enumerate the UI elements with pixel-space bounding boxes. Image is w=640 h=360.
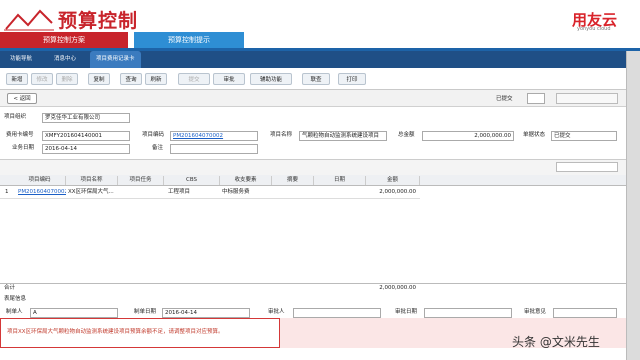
card-no-field[interactable]: XMFY201604140001 — [42, 131, 130, 141]
approve-date-label: 审批日期 — [395, 309, 418, 315]
back-button[interactable]: < 返回 — [7, 93, 37, 104]
opinion-label: 审批意见 — [524, 309, 547, 315]
col-cbs: CBS — [164, 176, 220, 185]
made-date-label: 制单日期 — [134, 309, 157, 315]
row-code[interactable]: PM2016040700021 — [18, 188, 66, 197]
creator-label: 制单人 — [6, 309, 23, 315]
row-date[interactable] — [316, 188, 366, 197]
col-summary: 摘要 — [272, 176, 314, 185]
approver-field[interactable] — [293, 308, 381, 318]
creator-field[interactable]: A — [30, 308, 118, 318]
row-cbs[interactable]: 工程项目 — [168, 188, 220, 197]
error-message: 项目XX区环保局大气颗粒物自动监测系统建设项目预算余额不足，请调整项目对应预算。 — [0, 318, 280, 348]
doc-status-label: 已提交 — [496, 96, 513, 102]
opinion-field[interactable] — [553, 308, 617, 318]
col-element: 收支要素 — [220, 176, 272, 185]
nav-item-expense-card[interactable]: 项目费用记录卡 — [90, 51, 141, 68]
date-field[interactable]: 2016-04-14 — [42, 144, 130, 154]
col-task: 项目任务 — [118, 176, 164, 185]
proj-code-field[interactable]: PM201604070002 — [170, 131, 258, 141]
refresh-button[interactable]: 刷新 — [145, 73, 167, 85]
note-field[interactable] — [170, 144, 258, 154]
note-label: 备注 — [152, 145, 164, 151]
copy-button[interactable]: 复制 — [88, 73, 110, 85]
nav-item-function[interactable]: 功能导航 — [4, 51, 38, 68]
attach-icon[interactable] — [527, 93, 545, 104]
row-divider — [0, 198, 420, 199]
watermark: 头条 @文米先生 — [512, 335, 600, 349]
print-button[interactable]: 打印 — [338, 73, 366, 85]
page-title: 预算控制 — [58, 10, 139, 32]
add-button[interactable]: 新增 — [6, 73, 28, 85]
proj-name-label: 项目名称 — [270, 132, 293, 138]
approve-button[interactable]: 审批 — [213, 73, 245, 85]
status-label: 单据状态 — [523, 132, 546, 138]
total-field[interactable]: 2,000,000.00 — [422, 131, 514, 141]
made-date-field[interactable]: 2016-04-14 — [162, 308, 250, 318]
grid-tools-buttons[interactable] — [556, 162, 618, 172]
edit-button[interactable]: 修改 — [31, 73, 53, 85]
brand-logo-sub: yonyou cloud — [577, 26, 611, 32]
org-field[interactable]: 罗克佳华工业有限公司 — [42, 113, 130, 123]
card-no-label: 费用卡编号 — [6, 132, 34, 138]
date-label: 业务日期 — [12, 145, 35, 151]
approver-label: 审批人 — [268, 309, 285, 315]
row-summary[interactable] — [274, 188, 314, 197]
row-amount[interactable]: 2,000,000.00 — [366, 188, 416, 197]
nav-item-messages[interactable]: 消息中心 — [48, 51, 82, 68]
grid-total-label: 合计 — [4, 285, 16, 291]
row-name[interactable]: XX区环保局大气... — [68, 188, 118, 197]
tab-budget-plan[interactable]: 预算控制方案 — [0, 32, 128, 48]
proj-name-field[interactable]: 气颗粒物自动监测系统建设项目 — [299, 131, 387, 141]
col-name: 项目名称 — [66, 176, 118, 185]
footer-section-title: 表尾信息 — [4, 296, 27, 302]
col-code: 项目编码 — [14, 176, 66, 185]
submit-button[interactable]: 提交 — [178, 73, 210, 85]
assist-button[interactable]: 辅助功能 — [250, 73, 292, 85]
grid-total-value: 2,000,000.00 — [379, 285, 416, 291]
link-query-button[interactable]: 联查 — [302, 73, 330, 85]
col-date: 日期 — [314, 176, 366, 185]
approve-date-field[interactable] — [424, 308, 512, 318]
row-task[interactable] — [120, 188, 164, 197]
query-button[interactable]: 查询 — [120, 73, 142, 85]
status-field[interactable]: 已提交 — [551, 131, 617, 141]
right-scrollbar[interactable] — [626, 51, 640, 360]
delete-button[interactable]: 删除 — [56, 73, 78, 85]
tab-budget-hint[interactable]: 预算控制提示 — [134, 32, 244, 48]
org-label: 项目组织 — [4, 114, 27, 120]
row-element[interactable]: 中标服务费 — [222, 188, 272, 197]
proj-code-label: 项目编码 — [142, 132, 165, 138]
row-index: 1 — [5, 189, 9, 195]
col-amount: 金额 — [366, 176, 420, 185]
total-label: 总金额 — [398, 132, 415, 138]
chart-logo-icon — [4, 9, 54, 31]
pager-buttons[interactable] — [556, 93, 618, 104]
grid-total-row — [0, 283, 626, 293]
grid-toolbar — [0, 159, 626, 175]
